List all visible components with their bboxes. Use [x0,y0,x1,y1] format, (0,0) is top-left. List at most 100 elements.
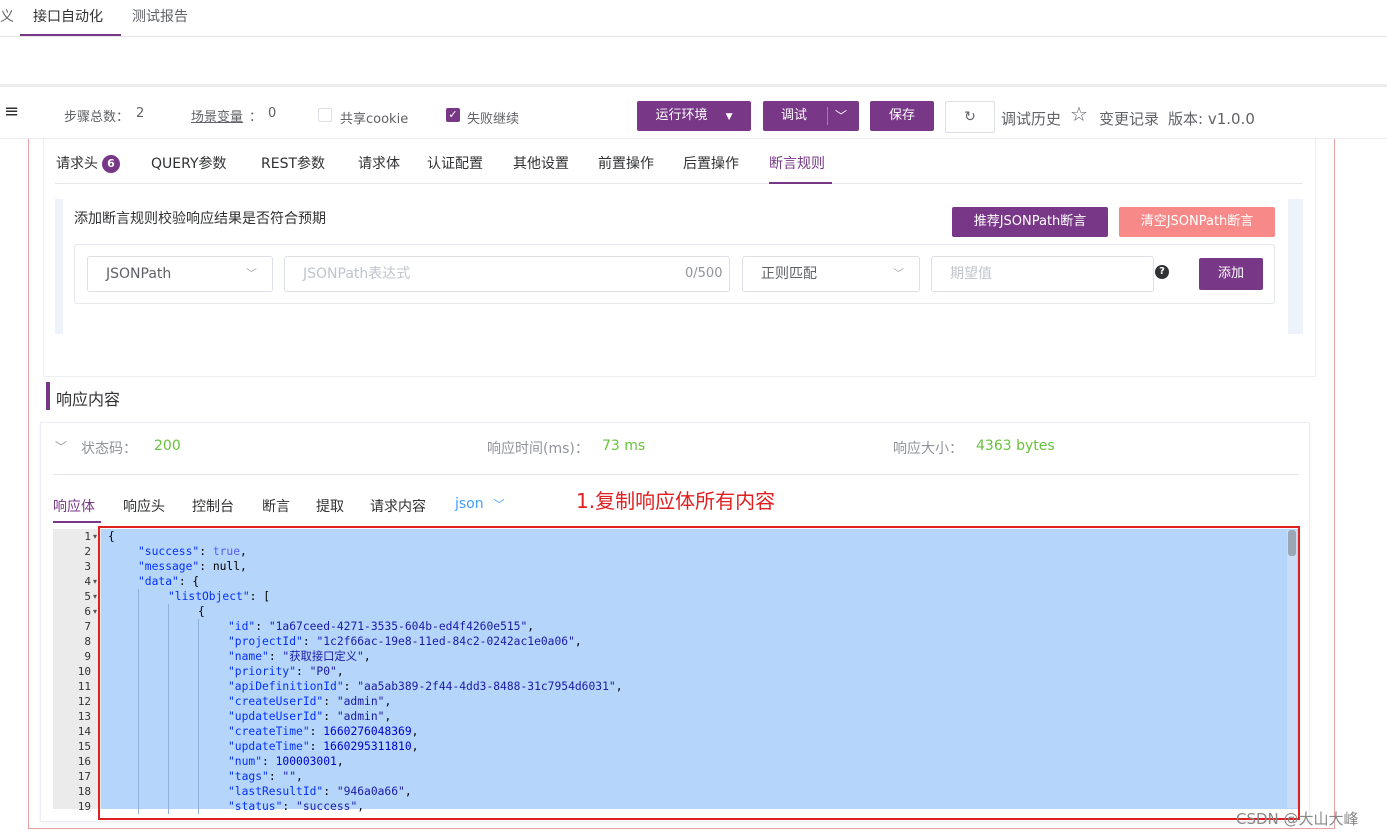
expected-value-placeholder: 期望值 [950,266,992,282]
refresh-icon[interactable]: ↻ [945,101,995,133]
line-number: 17 [77,770,91,783]
line-number: 7 [84,620,91,633]
fail-continue-checkbox[interactable]: ✓ [446,108,460,122]
fold-toggle-icon[interactable]: ▾ [93,529,97,544]
tab-console[interactable]: 控制台 [192,496,234,516]
line-number: 6 [84,605,91,618]
tab-query-params[interactable]: QUERY参数 [151,153,227,173]
line-number: 15 [77,740,91,753]
response-size-label: 响应大小： [893,441,963,457]
chevron-down-icon: ﹀ [246,267,257,280]
tab-request-content[interactable]: 请求内容 [370,496,426,516]
scene-variable-sep: ： [249,110,263,125]
status-code-label: 状态码： [81,441,137,457]
match-mode-select[interactable]: 正则匹配 ﹀ [742,256,920,292]
tab-assertions[interactable]: 断言 [262,496,290,516]
tab-assertion-rules[interactable]: 断言规则 [769,153,825,173]
chevron-down-icon[interactable]: ﹀ [835,101,847,131]
line-number: 11 [77,680,91,693]
collapse-chevron-icon[interactable]: ﹀ [55,438,67,455]
debug-split-button[interactable]: 调试 ﹀ [763,101,859,131]
expression-char-counter: 0/500 [685,266,723,281]
response-meta-divider [53,474,1299,475]
line-number: 3 [84,560,91,573]
run-environment-button[interactable]: 运行环境 ▼ [637,101,751,131]
add-assertion-button[interactable]: 添加 [1199,258,1263,290]
clear-jsonpath-button[interactable]: 清空JSONPath断言 [1119,207,1275,237]
tab-pre-operation[interactable]: 前置操作 [598,153,654,173]
fold-toggle-icon[interactable]: ▾ [93,589,97,604]
chevron-down-icon: ﹀ [893,267,904,280]
scene-variable-count: 0 [268,106,277,121]
line-number: 19 [77,800,91,813]
top-tab-test-report[interactable]: 测试报告 [132,6,188,26]
line-number: 16 [77,755,91,768]
menu-icon[interactable]: ≡ [4,103,19,121]
tab-request-body[interactable]: 请求体 [358,153,400,173]
tab-response-body[interactable]: 响应体 [53,496,95,516]
response-time-label: 响应时间(ms)： [487,441,589,457]
line-number: 12 [77,695,91,708]
debug-history-link[interactable]: 调试历史 [1001,108,1061,129]
tab-other-settings[interactable]: 其他设置 [513,153,569,173]
assertion-type-value: JSONPath [106,266,172,282]
debug-label[interactable]: 调试 [781,101,807,131]
recommend-jsonpath-button[interactable]: 推荐JSONPath断言 [952,207,1108,237]
active-subtab-indicator [769,182,832,184]
match-mode-value: 正则匹配 [761,266,817,282]
line-number: 5 [84,590,91,603]
tab-request-headers-label: 请求头 [56,156,98,172]
active-top-tab-indicator [20,34,121,36]
line-number: 4 [84,575,91,588]
steps-total-label: 步骤总数： [64,110,130,125]
line-number: 18 [77,785,91,798]
format-select[interactable]: json ﹀ [455,496,505,512]
response-size-value: 4363 bytes [976,438,1055,454]
tab-post-operation[interactable]: 后置操作 [683,153,739,173]
annotation-copy-response: 1.复制响应体所有内容 [576,489,776,513]
header-blank-area [0,37,1387,87]
jsonpath-expression-input[interactable]: JSONPath表达式 0/500 [284,256,730,292]
status-code-value: 200 [154,438,181,454]
tab-response-headers[interactable]: 响应头 [123,496,165,516]
tab-request-headers[interactable]: 请求头 6 [56,153,120,173]
share-cookie-checkbox[interactable] [318,108,332,122]
tab-auth-config[interactable]: 认证配置 [427,153,483,173]
steps-total-count: 2 [136,106,145,121]
watermark: CSDN @大山大峰 [1236,810,1359,828]
subtab-divider [55,183,1303,184]
response-time-value: 73 ms [602,438,646,454]
headers-count-badge: 6 [102,155,120,173]
line-number: 1 [84,530,91,543]
format-value: json [455,496,484,512]
active-response-tab-indicator [53,521,101,523]
split-divider [827,107,828,125]
run-environment-label: 运行环境 [655,108,708,123]
fold-toggle-icon[interactable]: ▾ [93,604,97,619]
star-icon[interactable]: ☆ [1070,103,1088,125]
help-icon[interactable]: ? [1155,265,1169,279]
assertion-type-select[interactable]: JSONPath ﹀ [87,256,273,292]
expected-value-input[interactable]: 期望值 [931,256,1154,292]
fold-toggle-icon[interactable]: ▾ [93,574,97,589]
jsonpath-expression-placeholder: JSONPath表达式 [303,266,411,282]
scene-variable-link[interactable]: 场景变量 [191,106,243,125]
line-number: 13 [77,710,91,723]
line-number: 9 [84,650,91,663]
top-tab-definition[interactable]: 义 [0,6,14,26]
tab-extract[interactable]: 提取 [316,496,344,516]
line-number: 8 [84,635,91,648]
share-cookie-label: 共享cookie [340,112,409,127]
version-label: 版本: v1.0.0 [1168,110,1255,128]
fail-continue-label: 失败继续 [467,112,520,127]
save-button[interactable]: 保存 [870,101,934,131]
line-number: 2 [84,545,91,558]
response-title-marker [46,382,50,410]
change-log-link[interactable]: 变更记录 [1099,108,1159,129]
assertion-hint: 添加断言规则校验响应结果是否符合预期 [74,211,326,227]
line-number: 10 [77,665,91,678]
tab-rest-params[interactable]: REST参数 [261,153,325,173]
response-section-title: 响应内容 [56,390,121,409]
annotation-highlight-box [98,526,1300,820]
top-tab-api-automation[interactable]: 接口自动化 [33,6,103,26]
